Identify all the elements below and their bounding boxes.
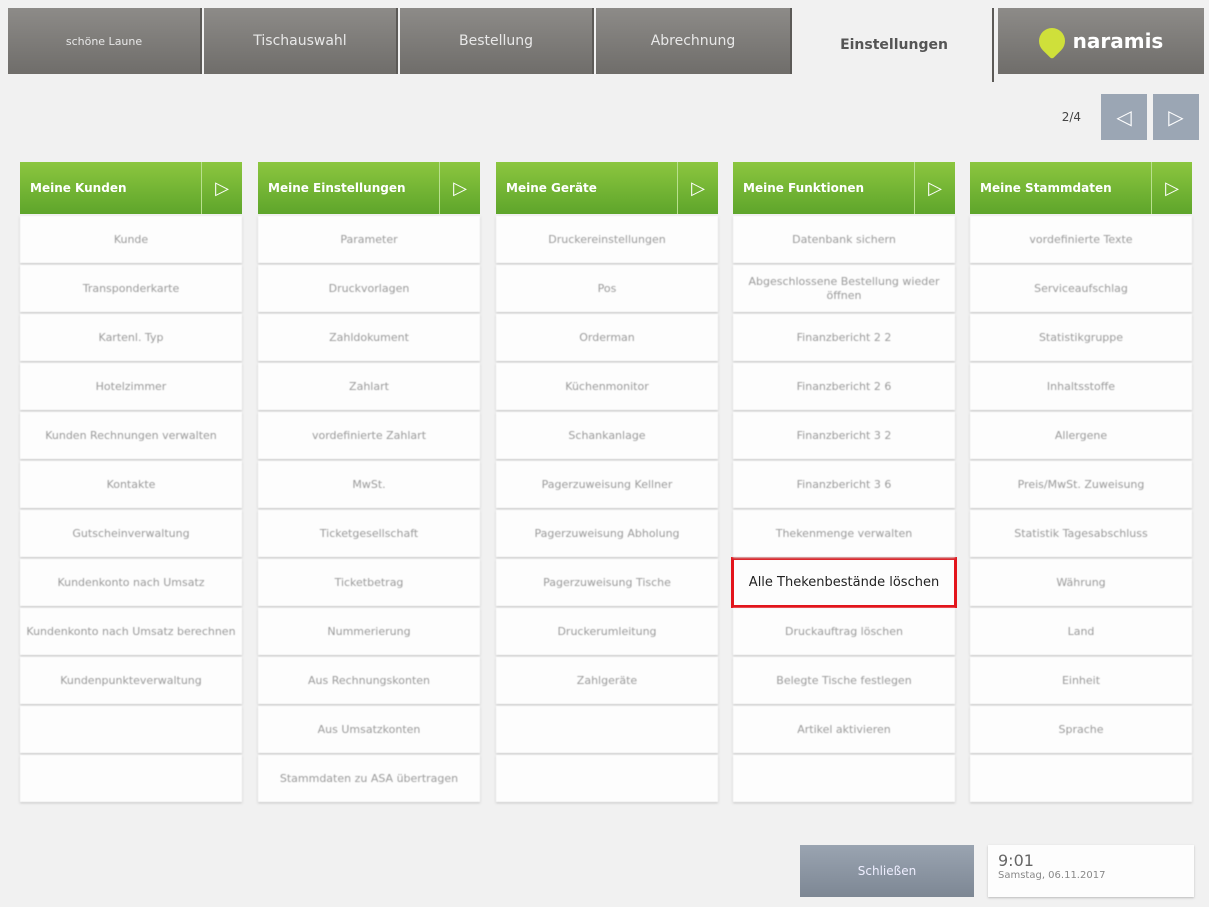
chevron-right-icon: ▷ [1168,105,1184,129]
page-indicator: 2/4 [1061,110,1081,124]
clock-panel: 9:01 Samstag, 06.11.2017 [988,845,1194,897]
column-title: Meine Einstellungen [268,181,406,195]
settings-item-button[interactable]: Zahldokument [258,314,480,361]
settings-item-button[interactable]: Pagerzuweisung Abholung [496,510,718,557]
settings-item-button[interactable]: Zahlart [258,363,480,410]
column-title: Meine Kunden [30,181,127,195]
settings-item-button[interactable]: Parameter [258,216,480,263]
settings-item-button[interactable]: Finanzbericht 3 6 [733,461,955,508]
settings-item-button[interactable]: Ticketbetrag [258,559,480,606]
chevron-right-icon: ▷ [1151,162,1192,214]
settings-item-button[interactable]: Inhaltsstoffe [970,363,1192,410]
settings-item-button [20,755,242,802]
settings-item-button[interactable]: Allergene [970,412,1192,459]
settings-item-button[interactable]: Aus Rechnungskonten [258,657,480,704]
settings-item-button[interactable]: Gutscheinverwaltung [20,510,242,557]
tab-bestellung[interactable]: Bestellung [400,8,594,74]
chevron-right-icon: ▷ [914,162,955,214]
settings-item-button[interactable]: Kartenl. Typ [20,314,242,361]
column-title: Meine Geräte [506,181,597,195]
settings-item-button[interactable]: Transponderkarte [20,265,242,312]
chevron-left-icon: ◁ [1116,105,1132,129]
settings-column: Meine Geräte ▷ Druckereinstellungen Pos Orde… [496,162,718,802]
settings-item-button[interactable]: Orderman [496,314,718,361]
previous-page-button[interactable]: ◁ [1101,94,1147,140]
settings-item-button[interactable]: Zahlgeräte [496,657,718,704]
settings-item-button[interactable]: Nummerierung [258,608,480,655]
settings-item-button[interactable]: Abgeschlossene Bestellung wieder öffnen [733,265,955,312]
column-header-button[interactable]: Meine Funktionen ▷ [733,162,955,214]
settings-item-button[interactable]: Küchenmonitor [496,363,718,410]
settings-item-button[interactable]: Kundenkonto nach Umsatz berechnen [20,608,242,655]
leaf-icon [1033,22,1071,60]
column-header-button[interactable]: Meine Stammdaten ▷ [970,162,1192,214]
settings-item-button[interactable]: Preis/MwSt. Zuweisung [970,461,1192,508]
settings-item-button[interactable]: Thekenmenge verwalten [733,510,955,557]
settings-item-button[interactable]: Statistikgruppe [970,314,1192,361]
tab-tischauswahl[interactable]: Tischauswahl [204,8,398,74]
settings-item-button[interactable]: Druckvorlagen [258,265,480,312]
column-header-button[interactable]: Meine Einstellungen ▷ [258,162,480,214]
settings-item-button[interactable]: Hotelzimmer [20,363,242,410]
settings-item-button[interactable]: Druckauftrag löschen [733,608,955,655]
settings-item-button[interactable]: Währung [970,559,1192,606]
chevron-right-icon: ▷ [439,162,480,214]
settings-item-button[interactable]: Druckereinstellungen [496,216,718,263]
settings-item-button [970,755,1192,802]
settings-item-button[interactable]: Land [970,608,1192,655]
brand-name: naramis [1072,29,1164,53]
chevron-right-icon: ▷ [677,162,718,214]
settings-item-button[interactable]: Serviceaufschlag [970,265,1192,312]
settings-item-button [733,755,955,802]
settings-item-button[interactable]: Einheit [970,657,1192,704]
tab-abrechnung[interactable]: Abrechnung [596,8,792,74]
settings-item-button[interactable]: Statistik Tagesabschluss [970,510,1192,557]
chevron-right-icon: ▷ [201,162,242,214]
settings-item-button[interactable]: Druckerumleitung [496,608,718,655]
settings-item-button[interactable]: MwSt. [258,461,480,508]
settings-item-button[interactable]: Kundenpunkteverwaltung [20,657,242,704]
settings-column: Meine Einstellungen ▷ Parameter Druckvorlag… [258,162,480,802]
settings-item-button[interactable]: Kunde [20,216,242,263]
tab-schoene-laune[interactable]: schöne Laune [8,8,202,74]
settings-item-button[interactable]: Artikel aktivieren [733,706,955,753]
settings-item-button[interactable]: Belegte Tische festlegen [733,657,955,704]
settings-item-button[interactable]: Kundenkonto nach Umsatz [20,559,242,606]
settings-item-button[interactable]: Kontakte [20,461,242,508]
settings-item-button[interactable]: Finanzbericht 2 2 [733,314,955,361]
settings-item-button[interactable]: Finanzbericht 2 6 [733,363,955,410]
settings-item-button[interactable]: vordefinierte Zahlart [258,412,480,459]
brand-logo: naramis [998,8,1204,74]
column-header-button[interactable]: Meine Geräte ▷ [496,162,718,214]
settings-item-button[interactable]: Sprache [970,706,1192,753]
pager: 2/4 ◁ ▷ [1062,94,1199,140]
settings-item-button[interactable]: Ticketgesellschaft [258,510,480,557]
settings-item-button [496,706,718,753]
column-title: Meine Stammdaten [980,181,1112,195]
clock-time: 9:01 [998,851,1034,870]
settings-item-button[interactable]: Pagerzuweisung Kellner [496,461,718,508]
settings-item-button[interactable]: Kunden Rechnungen verwalten [20,412,242,459]
settings-column: Meine Kunden ▷ Kunde Transponderkarte Karten… [20,162,242,802]
settings-item-button[interactable]: vordefinierte Texte [970,216,1192,263]
next-page-button[interactable]: ▷ [1153,94,1199,140]
settings-item-button[interactable]: Schankanlage [496,412,718,459]
settings-column: Meine Funktionen ▷ Datenbank sichern Abgesc… [731,162,957,802]
close-button[interactable]: Schließen [800,845,974,897]
settings-item-button[interactable]: Finanzbericht 3 2 [733,412,955,459]
settings-column: Meine Stammdaten ▷ vordefinierte Texte Serv… [970,162,1192,802]
settings-item-button [496,755,718,802]
settings-item-button[interactable]: Pagerzuweisung Tische [496,559,718,606]
settings-item-button[interactable]: Datenbank sichern [733,216,955,263]
settings-item-button[interactable]: Stammdaten zu ASA übertragen [258,755,480,802]
settings-item-button [20,706,242,753]
settings-item-button[interactable]: Aus Umsatzkonten [258,706,480,753]
alle-thekenbestaende-loeschen-button[interactable]: Alle Thekenbestände löschen [731,557,957,608]
tab-einstellungen[interactable]: Einstellungen [796,8,994,82]
column-header-button[interactable]: Meine Kunden ▷ [20,162,242,214]
settings-item-button[interactable]: Pos [496,265,718,312]
clock-date: Samstag, 06.11.2017 [998,870,1106,881]
column-title: Meine Funktionen [743,181,865,195]
top-navigation: schöne Laune Tischauswahl Bestellung Abr… [0,0,1209,82]
